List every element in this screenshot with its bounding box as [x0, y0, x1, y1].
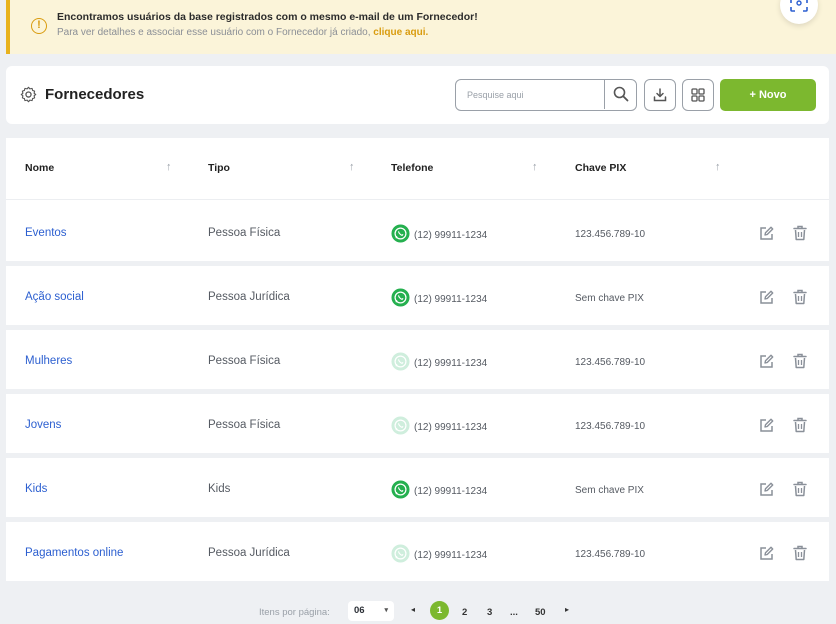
search-box: [455, 79, 637, 111]
edit-icon[interactable]: [759, 226, 774, 241]
supplier-pix-key: 123.456.789-10: [575, 421, 646, 432]
next-page-icon[interactable]: ▸: [565, 605, 569, 614]
phone-number: (12) 99911-1234: [414, 358, 488, 370]
download-icon: [653, 88, 667, 102]
supplier-name-link[interactable]: Eventos: [25, 227, 67, 239]
scan-button[interactable]: [780, 0, 818, 24]
supplier-phone: (12) 99911-1234: [391, 544, 488, 563]
edit-icon[interactable]: [759, 354, 774, 369]
column-header-phone[interactable]: Telefone: [391, 162, 433, 174]
supplier-phone: (12) 99911-1234: [391, 224, 488, 243]
whatsapp-icon[interactable]: [391, 224, 410, 243]
suppliers-header: Fornecedores + Novo: [6, 66, 829, 124]
phone-number: (12) 99911-1234: [414, 550, 488, 562]
items-per-page-select[interactable]: 06 ▾: [348, 601, 394, 621]
supplier-type: Pessoa Física: [208, 419, 281, 431]
trash-icon[interactable]: [793, 417, 807, 433]
pagination: Itens por página: 06 ▾ ◂ 1 2 3 ... 50 ▸: [6, 596, 829, 624]
new-supplier-button[interactable]: + Novo: [720, 79, 816, 111]
page-2[interactable]: 2: [462, 607, 467, 618]
supplier-type: Pessoa Jurídica: [208, 547, 290, 559]
table-row: Pagamentos online Pessoa Jurídica (12) 999…: [6, 522, 829, 586]
phone-number: (12) 99911-1234: [414, 486, 488, 498]
whatsapp-icon[interactable]: [391, 480, 410, 499]
whatsapp-icon: [391, 352, 410, 371]
supplier-pix-key: 123.456.789-10: [575, 549, 646, 560]
alert-link[interactable]: clique aqui.: [373, 27, 428, 38]
supplier-phone: (12) 99911-1234: [391, 416, 488, 435]
page-title: Fornecedores: [45, 86, 145, 103]
chevron-down-icon: ▾: [384, 607, 388, 614]
supplier-name-link[interactable]: Pagamentos online: [25, 547, 123, 559]
trash-icon[interactable]: [793, 353, 807, 369]
sort-arrow-icon[interactable]: ↑: [166, 161, 172, 173]
supplier-name-link[interactable]: Mulheres: [25, 355, 72, 367]
page-50[interactable]: 50: [535, 607, 546, 618]
supplier-type: Pessoa Física: [208, 227, 281, 239]
table-row: Ação social Pessoa Jurídica (12) 99911-123…: [6, 266, 829, 330]
items-per-page-value: 06: [354, 605, 365, 616]
page-3[interactable]: 3: [487, 607, 492, 618]
search-button[interactable]: [604, 80, 636, 109]
download-button[interactable]: [644, 79, 676, 111]
scan-user-icon: [790, 0, 808, 12]
column-header-type[interactable]: Tipo: [208, 162, 230, 174]
items-per-page-label: Itens por página:: [259, 607, 330, 618]
supplier-type: Pessoa Física: [208, 355, 281, 367]
phone-number: (12) 99911-1234: [414, 294, 488, 306]
column-header-pix[interactable]: Chave PIX: [575, 162, 626, 174]
edit-icon[interactable]: [759, 482, 774, 497]
sort-arrow-icon[interactable]: ↑: [532, 161, 538, 173]
search-input[interactable]: [456, 80, 604, 109]
phone-number: (12) 99911-1234: [414, 422, 488, 434]
supplier-phone: (12) 99911-1234: [391, 480, 488, 499]
alert-text: Para ver detalhes e associar esse usuári…: [57, 27, 428, 38]
table-row: Jovens Pessoa Física (12) 99911-1234 123.45…: [6, 394, 829, 458]
supplier-type: Kids: [208, 483, 231, 495]
whatsapp-icon[interactable]: [391, 288, 410, 307]
supplier-name-link[interactable]: Jovens: [25, 419, 61, 431]
exclamation-icon: !: [31, 18, 47, 34]
edit-icon[interactable]: [759, 290, 774, 305]
supplier-name-link[interactable]: Kids: [25, 483, 47, 495]
table-row: Mulheres Pessoa Física (12) 99911-1234 123.…: [6, 330, 829, 394]
alert-text-body: Para ver detalhes e associar esse usuári…: [57, 27, 371, 38]
sort-arrow-icon[interactable]: ↑: [715, 161, 721, 173]
supplier-phone: (12) 99911-1234: [391, 288, 488, 307]
whatsapp-icon: [391, 416, 410, 435]
sort-arrow-icon[interactable]: ↑: [349, 161, 355, 173]
grid-view-button[interactable]: [682, 79, 714, 111]
trash-icon[interactable]: [793, 225, 807, 241]
supplier-pix-key: Sem chave PIX: [575, 293, 644, 304]
page-1[interactable]: 1: [430, 601, 449, 620]
supplier-pix-key: Sem chave PIX: [575, 485, 644, 496]
supplier-pix-key: 123.456.789-10: [575, 229, 646, 240]
supplier-pix-key: 123.456.789-10: [575, 357, 646, 368]
alert-title: Encontramos usuários da base registrados…: [57, 11, 478, 23]
table-row: Eventos Pessoa Física (12) 99911-1234 123.4…: [6, 202, 829, 266]
page-ellipsis: ...: [510, 607, 518, 618]
duplicate-email-alert: ! Encontramos usuários da base registrad…: [6, 0, 836, 54]
prev-page-icon[interactable]: ◂: [411, 605, 415, 614]
trash-icon[interactable]: [793, 289, 807, 305]
search-icon: [613, 86, 629, 102]
table-row: Kids Kids (12) 99911-1234 Sem chave PIX: [6, 458, 829, 522]
supplier-name-link[interactable]: Ação social: [25, 291, 84, 303]
column-header-name[interactable]: Nome: [25, 162, 54, 174]
table-header: Nome ↑ Tipo ↑ Telefone ↑ Chave PIX ↑: [6, 138, 829, 200]
grid-icon: [691, 88, 705, 102]
supplier-type: Pessoa Jurídica: [208, 291, 290, 303]
gear-icon: [20, 86, 37, 103]
supplier-phone: (12) 99911-1234: [391, 352, 488, 371]
trash-icon[interactable]: [793, 545, 807, 561]
trash-icon[interactable]: [793, 481, 807, 497]
phone-number: (12) 99911-1234: [414, 230, 488, 242]
suppliers-table: Nome ↑ Tipo ↑ Telefone ↑ Chave PIX ↑ Eve…: [6, 138, 829, 586]
edit-icon[interactable]: [759, 418, 774, 433]
edit-icon[interactable]: [759, 546, 774, 561]
whatsapp-icon: [391, 544, 410, 563]
